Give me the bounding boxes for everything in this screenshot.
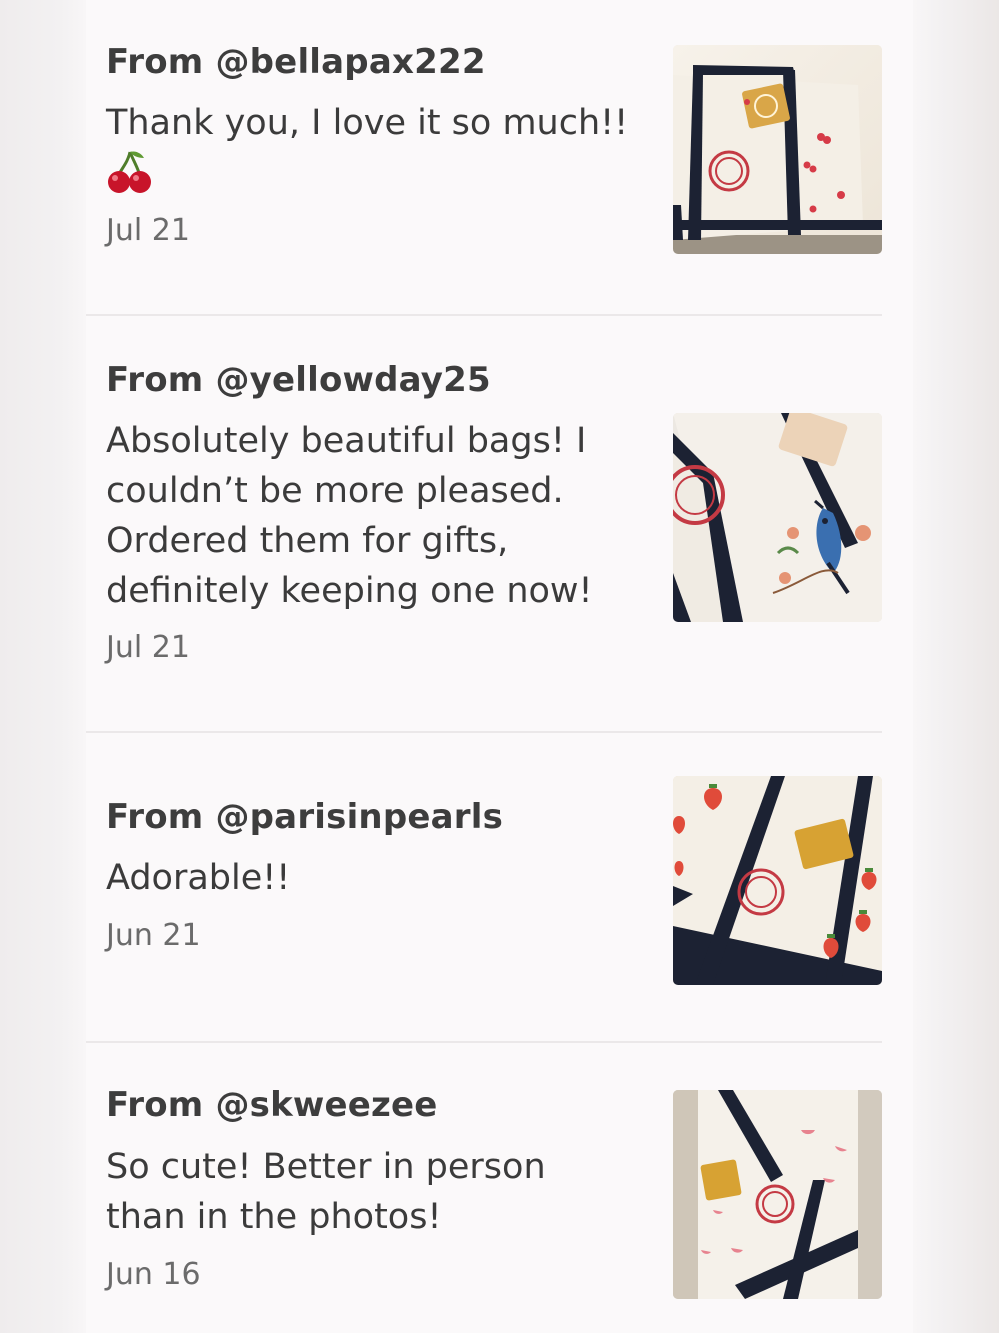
review-author[interactable]: From @yellowday25 xyxy=(106,360,491,400)
review-item: From @parisinpearls Adorable!! Jun 21 xyxy=(86,733,882,1041)
review-item: From @bellapax222 Thank you, I love it s… xyxy=(86,0,882,315)
review-author[interactable]: From @bellapax222 xyxy=(106,42,486,82)
review-photo[interactable] xyxy=(673,1090,882,1299)
review-date: Jun 21 xyxy=(106,918,201,953)
review-text-content: Thank you, I love it so much!! xyxy=(106,103,629,143)
review-photo[interactable] xyxy=(673,413,882,622)
review-text: So cute! Better in person than in the ph… xyxy=(106,1147,546,1237)
review-author[interactable]: From @parisinpearls xyxy=(106,797,503,837)
review-text: Adorable!! xyxy=(106,858,291,898)
review-author[interactable]: From @skweezee xyxy=(106,1085,438,1125)
review-photo[interactable] xyxy=(673,45,882,254)
review-date: Jul 21 xyxy=(106,630,190,665)
cherry-icon xyxy=(106,148,154,210)
review-date: Jul 21 xyxy=(106,213,190,248)
review-text: Thank you, I love it so much!! xyxy=(106,98,636,210)
review-item: From @skweezee So cute! Better in person… xyxy=(86,1043,882,1333)
review-photo[interactable] xyxy=(673,776,882,985)
review-item: From @yellowday25 Absolutely beautiful b… xyxy=(86,316,882,731)
review-date: Jun 16 xyxy=(106,1257,201,1292)
review-text: Absolutely beautiful bags! I couldn’t be… xyxy=(106,421,593,611)
